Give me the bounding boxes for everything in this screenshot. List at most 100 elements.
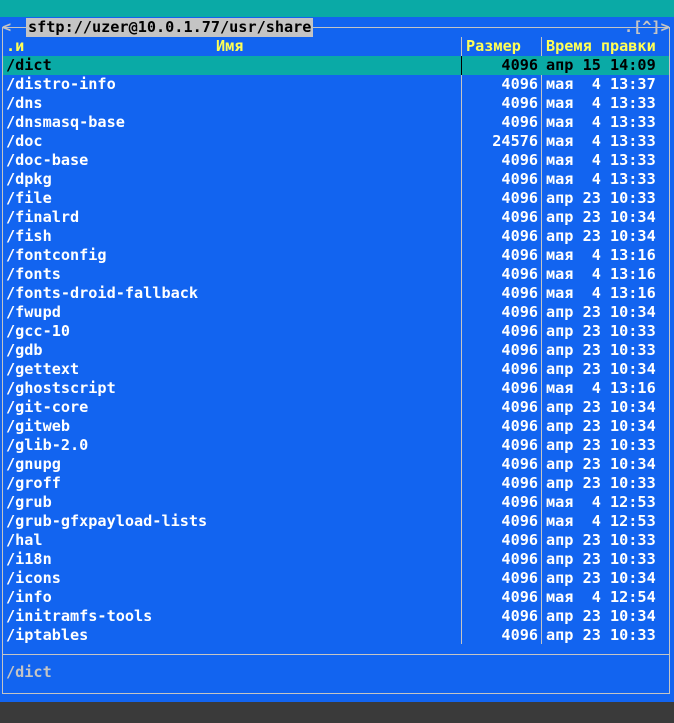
file-size: 4096 bbox=[501, 398, 538, 416]
file-row[interactable]: /icons 4096 апр 23 10:34 bbox=[0, 569, 674, 588]
file-row[interactable]: /doc 24576 мая 4 13:33 bbox=[0, 132, 674, 151]
column-header-size[interactable]: Размер bbox=[466, 37, 521, 56]
file-modified-time: апр 23 10:34 bbox=[546, 227, 656, 245]
file-size: 4096 bbox=[501, 151, 538, 169]
file-row[interactable]: /distro-info 4096 мая 4 13:37 bbox=[0, 75, 674, 94]
file-modified-time: мая 4 13:16 bbox=[546, 246, 656, 264]
file-row[interactable]: /grub-gfxpayload-lists 4096 мая 4 12:53 bbox=[0, 512, 674, 531]
file-row[interactable]: /fonts-droid-fallback 4096 мая 4 13:16 bbox=[0, 284, 674, 303]
column-header-name[interactable]: Имя bbox=[216, 37, 243, 56]
file-modified-time: апр 23 10:34 bbox=[546, 303, 656, 321]
file-size: 4096 bbox=[501, 227, 538, 245]
file-modified-time: апр 23 10:34 bbox=[546, 455, 656, 473]
file-row[interactable]: /groff 4096 апр 23 10:33 bbox=[0, 474, 674, 493]
sort-indicator-button[interactable]: .и bbox=[6, 37, 24, 56]
file-name: /grub bbox=[6, 493, 52, 511]
file-row[interactable]: /info 4096 мая 4 12:54 bbox=[0, 588, 674, 607]
file-name: /dict bbox=[6, 56, 52, 74]
file-modified-time: мая 4 12:54 bbox=[546, 588, 656, 606]
file-modified-time: апр 23 10:33 bbox=[546, 322, 656, 340]
file-modified-time: мая 4 13:33 bbox=[546, 151, 656, 169]
file-size: 4096 bbox=[501, 493, 538, 511]
file-row[interactable]: /glib-2.0 4096 апр 23 10:33 bbox=[0, 436, 674, 455]
file-modified-time: апр 23 10:33 bbox=[546, 436, 656, 454]
file-row[interactable]: /ghostscript 4096 мая 4 13:16 bbox=[0, 379, 674, 398]
file-modified-time: мая 4 13:37 bbox=[546, 75, 656, 93]
file-modified-time: апр 23 10:34 bbox=[546, 360, 656, 378]
file-name: /doc bbox=[6, 132, 43, 150]
file-size: 24576 bbox=[492, 132, 538, 150]
file-modified-time: апр 23 10:34 bbox=[546, 569, 656, 587]
file-row[interactable]: /fish 4096 апр 23 10:34 bbox=[0, 227, 674, 246]
file-list: /dict 4096 апр 15 14:09/distro-info 4096 мая… bbox=[0, 56, 674, 645]
panel-separator bbox=[3, 654, 669, 655]
file-modified-time: мая 4 12:53 bbox=[546, 512, 656, 530]
file-name: /groff bbox=[6, 474, 61, 492]
file-row[interactable]: /dns 4096 мая 4 13:33 bbox=[0, 94, 674, 113]
file-size: 4096 bbox=[501, 94, 538, 112]
file-modified-time: апр 23 10:34 bbox=[546, 398, 656, 416]
file-name: /fonts-droid-fallback bbox=[6, 284, 199, 302]
file-row[interactable]: /grub 4096 мая 4 12:53 bbox=[0, 493, 674, 512]
file-name: /git-core bbox=[6, 398, 89, 416]
file-name: /dnsmasq-base bbox=[6, 113, 125, 131]
column-header-time[interactable]: Время правки bbox=[546, 37, 656, 56]
file-row[interactable]: /initramfs-tools 4096 апр 23 10:34 bbox=[0, 607, 674, 626]
file-name: /icons bbox=[6, 569, 61, 587]
file-size: 4096 bbox=[501, 607, 538, 625]
file-row[interactable]: /dnsmasq-base 4096 мая 4 13:33 bbox=[0, 113, 674, 132]
file-row[interactable]: /file 4096 апр 23 10:33 bbox=[0, 189, 674, 208]
file-name: /gcc-10 bbox=[6, 322, 71, 340]
file-size: 4096 bbox=[501, 512, 538, 530]
panel-history-left-button[interactable]: < bbox=[2, 18, 11, 37]
file-row[interactable]: /gdb 4096 апр 23 10:33 bbox=[0, 341, 674, 360]
file-name: /ghostscript bbox=[6, 379, 116, 397]
file-row[interactable]: /fonts 4096 мая 4 13:16 bbox=[0, 265, 674, 284]
file-size: 4096 bbox=[501, 550, 538, 568]
file-row[interactable]: /gettext 4096 апр 23 10:34 bbox=[0, 360, 674, 379]
top-menu-bar bbox=[0, 0, 674, 17]
file-name: /initramfs-tools bbox=[6, 607, 153, 625]
file-modified-time: апр 23 10:34 bbox=[546, 417, 656, 435]
file-row[interactable]: /gcc-10 4096 апр 23 10:33 bbox=[0, 322, 674, 341]
file-row[interactable]: /dpkg 4096 мая 4 13:33 bbox=[0, 170, 674, 189]
file-row[interactable]: /gitweb 4096 апр 23 10:34 bbox=[0, 417, 674, 436]
file-modified-time: апр 15 14:09 bbox=[546, 56, 656, 74]
file-modified-time: апр 23 10:34 bbox=[546, 208, 656, 226]
panel-path-title[interactable]: sftp://uzer@10.0.1.77/usr/share bbox=[26, 18, 314, 37]
file-row[interactable]: /git-core 4096 апр 23 10:34 bbox=[0, 398, 674, 417]
file-modified-time: мая 4 13:16 bbox=[546, 379, 656, 397]
file-size: 4096 bbox=[501, 170, 538, 188]
file-name: /gnupg bbox=[6, 455, 61, 473]
file-modified-time: апр 23 10:33 bbox=[546, 474, 656, 492]
file-row[interactable]: /fwupd 4096 апр 23 10:34 bbox=[0, 303, 674, 322]
file-row[interactable]: /gnupg 4096 апр 23 10:34 bbox=[0, 455, 674, 474]
file-size: 4096 bbox=[501, 113, 538, 131]
file-size: 4096 bbox=[501, 189, 538, 207]
file-size: 4096 bbox=[501, 284, 538, 302]
file-row[interactable]: /iptables 4096 апр 23 10:33 bbox=[0, 626, 674, 645]
file-name: /i18n bbox=[6, 550, 52, 568]
file-size: 4096 bbox=[501, 379, 538, 397]
file-name: /doc-base bbox=[6, 151, 89, 169]
file-modified-time: апр 23 10:33 bbox=[546, 531, 656, 549]
file-row[interactable]: /hal 4096 апр 23 10:33 bbox=[0, 531, 674, 550]
file-size: 4096 bbox=[501, 474, 538, 492]
file-size: 4096 bbox=[501, 569, 538, 587]
file-modified-time: апр 23 10:33 bbox=[546, 189, 656, 207]
bottom-bar bbox=[0, 702, 674, 723]
panel-history-right-button[interactable]: .[^]> bbox=[624, 18, 670, 37]
file-row[interactable]: /doc-base 4096 мая 4 13:33 bbox=[0, 151, 674, 170]
file-size: 4096 bbox=[501, 417, 538, 435]
file-size: 4096 bbox=[501, 303, 538, 321]
file-modified-time: апр 23 10:33 bbox=[546, 550, 656, 568]
file-row[interactable]: /finalrd 4096 апр 23 10:34 bbox=[0, 208, 674, 227]
file-size: 4096 bbox=[501, 455, 538, 473]
file-size: 4096 bbox=[501, 322, 538, 340]
file-row-selected[interactable]: /dict 4096 апр 15 14:09 bbox=[0, 56, 674, 75]
file-name: /distro-info bbox=[6, 75, 116, 93]
file-size: 4096 bbox=[501, 360, 538, 378]
file-modified-time: мая 4 13:16 bbox=[546, 284, 656, 302]
file-row[interactable]: /i18n 4096 апр 23 10:33 bbox=[0, 550, 674, 569]
file-row[interactable]: /fontconfig 4096 мая 4 13:16 bbox=[0, 246, 674, 265]
